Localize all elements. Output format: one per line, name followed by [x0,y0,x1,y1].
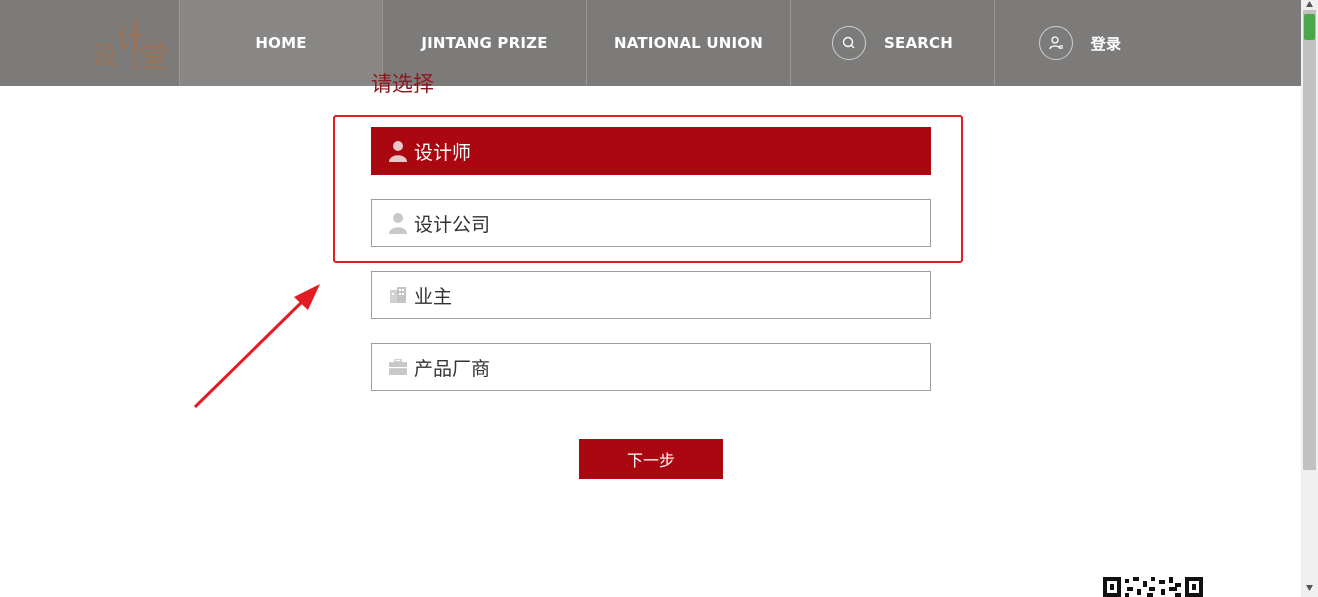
logo-char-1: 设 [92,41,118,70]
scroll-down-arrow-icon[interactable] [1305,584,1314,592]
nav-search-label: SEARCH [884,34,953,52]
option-product-vendor[interactable]: 产品厂商 [371,343,931,391]
vertical-scrollbar[interactable] [1301,0,1318,597]
logo-divider [134,18,136,70]
annotation-highlight-box [333,115,963,263]
option-product-vendor-label: 产品厂商 [414,357,491,380]
option-owner[interactable]: 业主 [371,271,931,319]
nav-login[interactable]: 登录 [995,0,1165,86]
site-logo[interactable]: 设 计 堂 [92,14,170,75]
nav-national-union[interactable]: NATIONAL UNION [587,0,791,86]
nav-home-label: HOME [255,34,307,52]
nav-home[interactable]: HOME [179,0,383,86]
logo-char-3: 堂 [139,40,169,75]
user-icon [1038,26,1073,60]
nav-login-label: 登录 [1090,34,1122,53]
annotation-arrow [193,284,320,409]
nav-jintang-prize-label: JINTANG PRIZE [421,34,548,52]
scroll-indicator [1304,14,1315,40]
building-icon [388,283,408,307]
search-icon [832,26,866,60]
top-navigation: 设 计 堂 HOME JINTANG PRIZE NATIONAL UNION … [0,0,1301,86]
qr-code [1103,577,1203,597]
briefcase-icon [388,355,408,379]
scroll-up-arrow-icon[interactable] [1305,0,1314,8]
next-step-button[interactable]: 下一步 [579,439,723,479]
page-heading: 请选择 [371,72,434,96]
option-owner-label: 业主 [414,285,453,308]
nav-search[interactable]: SEARCH [791,0,995,86]
scrollbar-thumb[interactable] [1303,10,1316,470]
nav-national-union-label: NATIONAL UNION [614,34,763,52]
